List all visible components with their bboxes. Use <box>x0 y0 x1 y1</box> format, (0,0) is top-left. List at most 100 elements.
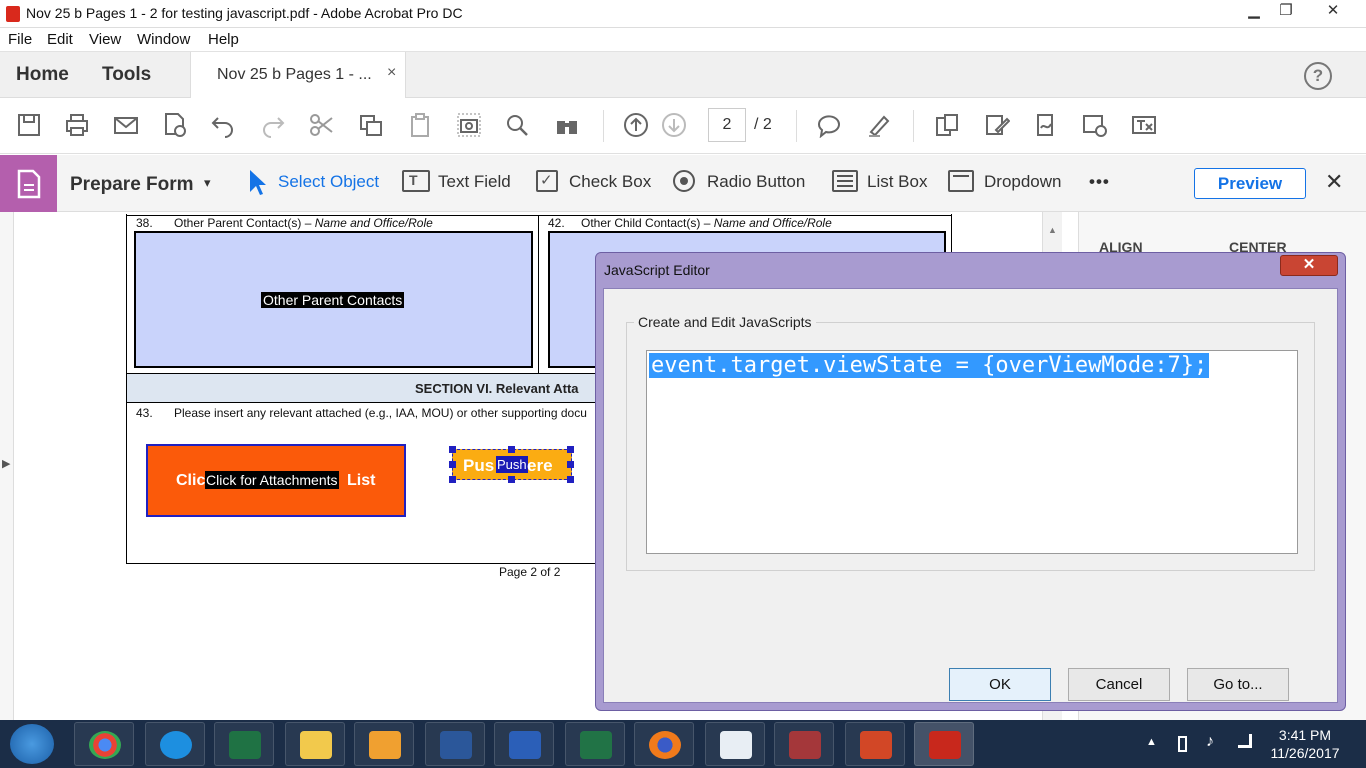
acrobat-logo-icon <box>6 6 20 22</box>
other-parent-contacts-field[interactable]: Other Parent Contacts <box>134 231 533 368</box>
preview-button[interactable]: Preview <box>1194 168 1306 199</box>
word-icon[interactable] <box>494 722 554 766</box>
internet-explorer-icon[interactable] <box>145 722 205 766</box>
field-number-38: 38. <box>136 216 153 230</box>
copy-icon[interactable] <box>354 108 388 142</box>
battery-icon[interactable] <box>1178 736 1187 752</box>
resize-handle[interactable] <box>508 446 515 453</box>
cut-icon[interactable] <box>305 108 339 142</box>
list-box-icon <box>832 170 858 192</box>
page-number-input[interactable]: 2 <box>708 108 746 142</box>
fill-sign-icon[interactable] <box>1029 108 1063 142</box>
check-box-tool[interactable]: Check Box <box>569 172 651 192</box>
check-box-icon: ✓ <box>536 170 558 192</box>
highlight-icon[interactable] <box>862 108 896 142</box>
edit-pdf-icon[interactable] <box>980 108 1014 142</box>
close-window-button[interactable]: ✕ <box>1318 0 1348 24</box>
expand-arrow-icon[interactable]: ▶ <box>2 457 10 470</box>
goto-button[interactable]: Go to... <box>1187 668 1289 701</box>
script-group-box: event.target.viewState = {overViewMode:7… <box>626 322 1315 571</box>
minimize-button[interactable]: ▁ <box>1239 0 1269 24</box>
menu-bar: File Edit View Window Help <box>0 28 1366 52</box>
menu-window[interactable]: Window <box>137 31 190 48</box>
publisher-icon[interactable] <box>705 722 765 766</box>
resize-handle[interactable] <box>449 446 456 453</box>
attachments-list-button[interactable]: Clic Click for Attachments List <box>146 444 406 517</box>
menu-edit[interactable]: Edit <box>47 31 73 48</box>
resize-handle[interactable] <box>508 476 515 483</box>
ok-button[interactable]: OK <box>949 668 1051 701</box>
form-settings-icon[interactable] <box>1078 108 1112 142</box>
resize-handle[interactable] <box>567 461 574 468</box>
acrobat-taskbar-icon[interactable] <box>914 722 974 766</box>
list-box-tool[interactable]: List Box <box>867 172 927 192</box>
maximize-button[interactable]: ❐ <box>1271 0 1301 24</box>
tab-document[interactable]: Nov 25 b Pages 1 - ... × <box>190 52 406 99</box>
outlook-icon[interactable] <box>354 722 414 766</box>
file-explorer-icon[interactable] <box>285 722 345 766</box>
email-icon[interactable] <box>109 108 143 142</box>
firefox-icon[interactable] <box>634 722 694 766</box>
resize-handle[interactable] <box>449 476 456 483</box>
help-icon[interactable]: ? <box>1304 62 1332 90</box>
resize-handle[interactable] <box>449 461 456 468</box>
scroll-up-icon[interactable]: ▲ <box>1048 225 1057 235</box>
redo-icon[interactable] <box>256 108 290 142</box>
field-number-42: 42. <box>548 216 565 230</box>
windows-taskbar: ▲ ♪ <box>0 720 1366 768</box>
tab-tools[interactable]: Tools <box>102 64 151 86</box>
script-code[interactable]: event.target.viewState = {overViewMode:7… <box>649 353 1210 378</box>
tab-home[interactable]: Home <box>16 64 69 86</box>
menu-file[interactable]: File <box>8 31 32 48</box>
visio-icon[interactable] <box>425 722 485 766</box>
script-editor-textarea[interactable]: event.target.viewState = {overViewMode:7… <box>646 350 1298 554</box>
save-icon[interactable] <box>12 108 46 142</box>
undo-icon[interactable] <box>206 108 240 142</box>
paste-icon[interactable] <box>403 108 437 142</box>
previous-page-icon[interactable] <box>619 108 653 142</box>
dropdown-tool[interactable]: Dropdown <box>984 172 1062 192</box>
page-footer: Page 2 of 2 <box>499 565 561 579</box>
excel-icon[interactable] <box>214 722 274 766</box>
show-hidden-icons[interactable]: ▲ <box>1146 736 1157 748</box>
chrome-icon[interactable] <box>74 722 134 766</box>
resize-handle[interactable] <box>567 476 574 483</box>
close-tab-icon[interactable]: × <box>387 64 396 82</box>
close-form-icon[interactable]: ✕ <box>1325 169 1343 195</box>
find-binoculars-icon[interactable] <box>550 108 584 142</box>
organize-pages-icon[interactable] <box>930 108 964 142</box>
powerpoint-icon[interactable] <box>845 722 905 766</box>
push-button-prefix: Pus <box>463 456 495 475</box>
cancel-button[interactable]: Cancel <box>1068 668 1170 701</box>
start-button[interactable] <box>10 724 54 764</box>
left-panel-toggle[interactable]: ▶ <box>0 212 14 720</box>
resize-handle[interactable] <box>567 446 574 453</box>
system-clock[interactable]: 3:41 PM 11/26/2017 <box>1270 726 1340 762</box>
prepare-form-title[interactable]: Prepare Form <box>70 174 194 196</box>
menu-view[interactable]: View <box>89 31 121 48</box>
select-object-tool[interactable]: Select Object <box>278 172 379 192</box>
spell-check-icon[interactable] <box>158 108 192 142</box>
attach-button-prefix: Clic <box>176 472 206 489</box>
project-icon[interactable] <box>565 722 625 766</box>
text-field-clear-icon[interactable] <box>1127 108 1161 142</box>
section-heading: SECTION VI. Relevant Atta <box>415 381 579 396</box>
dialog-close-button[interactable]: ✕ <box>1280 255 1338 276</box>
search-icon[interactable] <box>500 108 534 142</box>
section-header: SECTION VI. Relevant Atta <box>127 374 597 403</box>
radio-button-tool[interactable]: Radio Button <box>707 172 805 192</box>
menu-help[interactable]: Help <box>208 31 239 48</box>
chevron-down-icon[interactable]: ▾ <box>204 175 211 191</box>
next-page-icon[interactable] <box>657 108 691 142</box>
network-icon[interactable] <box>1238 734 1252 748</box>
snapshot-icon[interactable] <box>452 108 486 142</box>
more-tools-icon[interactable]: ••• <box>1089 172 1110 192</box>
volume-icon[interactable]: ♪ <box>1206 733 1214 751</box>
access-icon[interactable] <box>774 722 834 766</box>
toolbar-divider <box>603 110 604 142</box>
text-field-tool[interactable]: Text Field <box>438 172 511 192</box>
dialog-title: JavaScript Editor <box>604 262 710 278</box>
comment-icon[interactable] <box>812 108 846 142</box>
clock-date: 11/26/2017 <box>1270 745 1340 761</box>
print-icon[interactable] <box>60 108 94 142</box>
